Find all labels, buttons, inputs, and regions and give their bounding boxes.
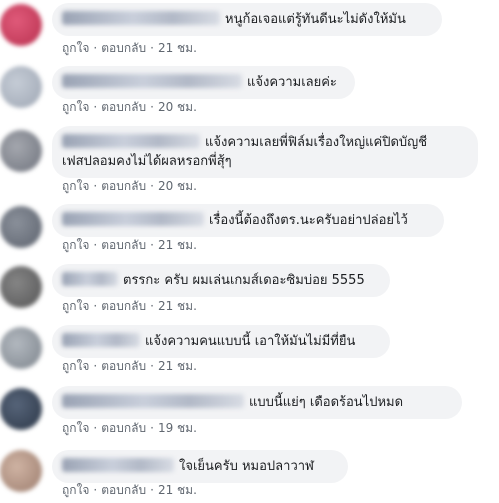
comment-actions: ถูกใจ · ตอบกลับ · 21 ชม. xyxy=(62,358,197,374)
comment-actions: ถูกใจ · ตอบกลับ · 21 ชม. xyxy=(62,298,197,314)
avatar[interactable] xyxy=(0,327,42,369)
avatar[interactable] xyxy=(0,206,42,248)
comment-text: ตรรกะ ครับ ผมเล่นเกมส์เดอะซิมบ่อย 5555 xyxy=(123,273,365,288)
separator: · xyxy=(93,100,98,114)
comment-bubble: เรื่องนี้ต้องถึงตร.นะครับอย่าปล่อยไว้ xyxy=(52,204,444,237)
like-link[interactable]: ถูกใจ xyxy=(62,421,89,435)
comment-text: แจ้งความคนแบบนี้ เอาให้มันไม่มีที่ยืน xyxy=(145,334,356,349)
like-link[interactable]: ถูกใจ xyxy=(62,483,89,497)
separator: · xyxy=(150,483,154,497)
like-link[interactable]: ถูกใจ xyxy=(62,238,89,252)
comment-text: เฟสปลอมคงไม่ได้ผลหรอกพี่สุ้ๆ xyxy=(62,154,232,169)
separator: · xyxy=(150,41,154,55)
separator: · xyxy=(150,359,154,373)
commenter-name[interactable] xyxy=(62,394,244,408)
comment-timestamp[interactable]: 20 ชม. xyxy=(158,100,197,114)
avatar[interactable] xyxy=(0,4,42,46)
comment-timestamp[interactable]: 21 ชม. xyxy=(158,238,197,252)
comment-bubble: ตรรกะ ครับ ผมเล่นเกมส์เดอะซิมบ่อย 5555 xyxy=(52,264,390,297)
comment-timestamp[interactable]: 21 ชม. xyxy=(158,299,197,313)
reply-link[interactable]: ตอบกลับ xyxy=(101,359,146,373)
separator: · xyxy=(93,421,98,435)
comment-text: หนูก้อเจอแต่รู้ทันดีนะไม่ดังให้มัน xyxy=(225,12,406,27)
reply-link[interactable]: ตอบกลับ xyxy=(101,483,146,497)
reply-link[interactable]: ตอบกลับ xyxy=(101,421,146,435)
avatar[interactable] xyxy=(0,450,42,492)
like-link[interactable]: ถูกใจ xyxy=(62,359,89,373)
comment-text: ใจเย็นครับ หมอปลาวาฬ xyxy=(179,459,314,474)
comment-text: แบบนี้แย่ๆ เดือดร้อนไปหมด xyxy=(249,395,404,410)
comment-timestamp[interactable]: 21 ชม. xyxy=(158,41,197,55)
separator: · xyxy=(93,299,98,313)
separator: · xyxy=(93,359,98,373)
like-link[interactable]: ถูกใจ xyxy=(62,179,89,193)
comment-bubble: แจ้งความเลยค่ะ xyxy=(52,66,355,99)
comment-text: แจ้งความเลยพี่ฟิล์มเรื่องใหญ่แค่ปิดบัญชี xyxy=(205,135,428,150)
commenter-name[interactable] xyxy=(62,212,204,226)
commenter-name[interactable] xyxy=(62,134,200,148)
comment-timestamp[interactable]: 19 ชม. xyxy=(158,421,197,435)
like-link[interactable]: ถูกใจ xyxy=(62,299,89,313)
separator: · xyxy=(93,483,98,497)
avatar[interactable] xyxy=(0,66,42,108)
comment-bubble: แบบนี้แย่ๆ เดือดร้อนไปหมด xyxy=(52,386,462,419)
separator: · xyxy=(150,421,154,435)
commenter-name[interactable] xyxy=(62,333,140,347)
like-link[interactable]: ถูกใจ xyxy=(62,41,89,55)
separator: · xyxy=(93,238,98,252)
avatar[interactable] xyxy=(0,388,42,430)
comment-bubble: แจ้งความคนแบบนี้ เอาให้มันไม่มีที่ยืน xyxy=(52,325,390,358)
comment-text: แจ้งความเลยค่ะ xyxy=(247,75,337,90)
avatar[interactable] xyxy=(0,266,42,308)
reply-link[interactable]: ตอบกลับ xyxy=(101,100,146,114)
comment-actions: ถูกใจ · ตอบกลับ · 20 ชม. xyxy=(62,99,197,115)
separator: · xyxy=(150,179,154,193)
comment-actions: ถูกใจ · ตอบกลับ · 21 ชม. xyxy=(62,237,197,253)
comment-bubble: ใจเย็นครับ หมอปลาวาฬ xyxy=(52,450,348,483)
reply-link[interactable]: ตอบกลับ xyxy=(101,41,146,55)
comment-actions: ถูกใจ · ตอบกลับ · 20 ชม. xyxy=(62,178,197,194)
commenter-name[interactable] xyxy=(62,458,174,472)
comment-actions: ถูกใจ · ตอบกลับ · 21 ชม. xyxy=(62,40,197,56)
comment-bubble: แจ้งความเลยพี่ฟิล์มเรื่องใหญ่แค่ปิดบัญชี… xyxy=(52,126,478,178)
commenter-name[interactable] xyxy=(62,11,220,25)
separator: · xyxy=(150,238,154,252)
avatar[interactable] xyxy=(0,130,42,172)
comment-text: เรื่องนี้ต้องถึงตร.นะครับอย่าปล่อยไว้ xyxy=(209,213,408,228)
commenter-name[interactable] xyxy=(62,272,118,286)
commenter-name[interactable] xyxy=(62,74,242,88)
separator: · xyxy=(93,179,98,193)
comment-thread: หนูก้อเจอแต่รู้ทันดีนะไม่ดังให้มัน ถูกใจ… xyxy=(0,0,499,503)
reply-link[interactable]: ตอบกลับ xyxy=(101,238,146,252)
comment-timestamp[interactable]: 21 ชม. xyxy=(158,359,197,373)
comment-timestamp[interactable]: 21 ชม. xyxy=(158,483,197,497)
comment-timestamp[interactable]: 20 ชม. xyxy=(158,179,197,193)
comment-actions: ถูกใจ · ตอบกลับ · 19 ชม. xyxy=(62,420,197,436)
separator: · xyxy=(93,41,98,55)
reply-link[interactable]: ตอบกลับ xyxy=(101,299,146,313)
separator: · xyxy=(150,299,154,313)
separator: · xyxy=(150,100,154,114)
like-link[interactable]: ถูกใจ xyxy=(62,100,89,114)
reply-link[interactable]: ตอบกลับ xyxy=(101,179,146,193)
comment-actions: ถูกใจ · ตอบกลับ · 21 ชม. xyxy=(62,482,197,498)
comment-bubble: หนูก้อเจอแต่รู้ทันดีนะไม่ดังให้มัน xyxy=(52,3,442,36)
